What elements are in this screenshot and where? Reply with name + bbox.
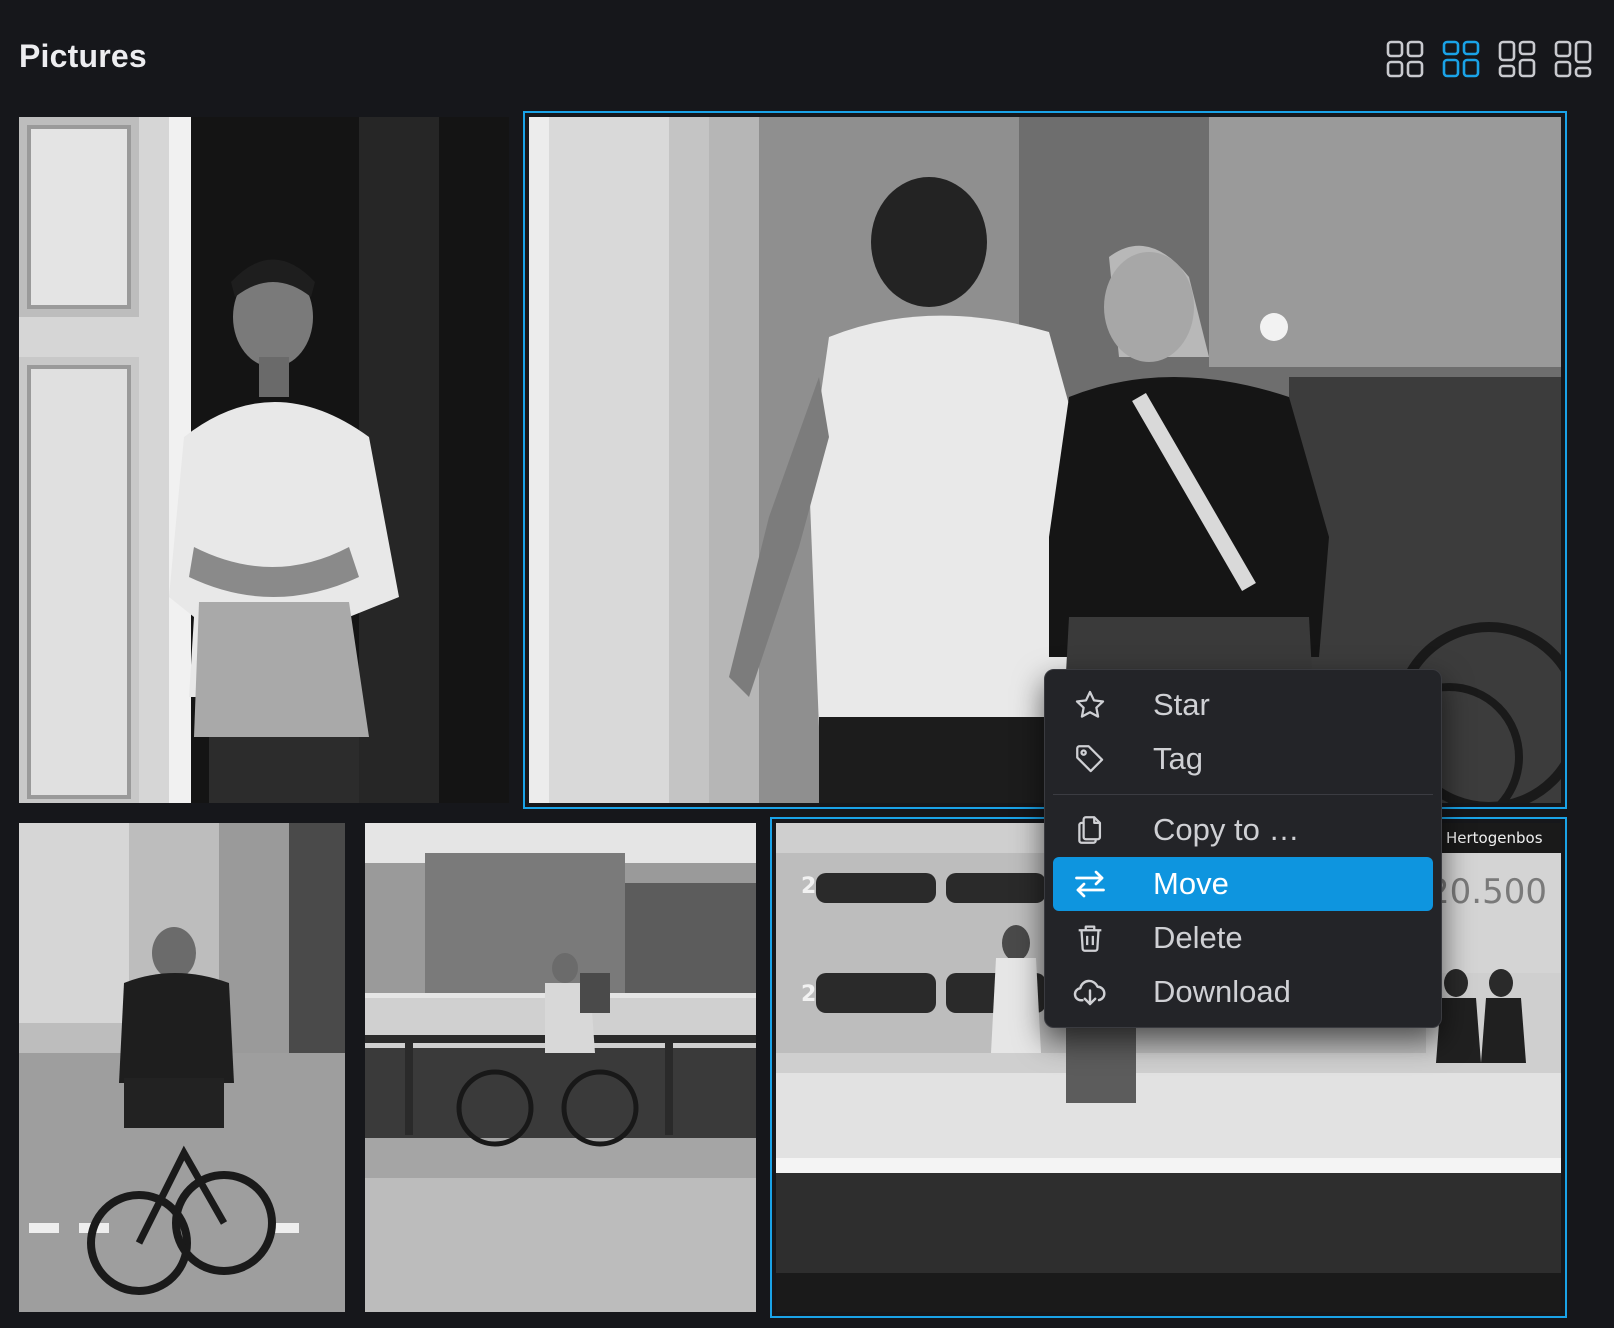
view-switcher [1386,40,1592,78]
page-title: Pictures [19,38,147,74]
platform-number: 2 [801,874,816,899]
pictures-app: Pictures Hertogenbos 20.500 2 2 Star Tag… [0,0,1614,1328]
menu-item-label: Star [1153,687,1210,722]
menu-item-label: Download [1153,974,1291,1009]
menu-item-tag[interactable]: Tag [1053,732,1433,786]
tag-icon [1069,738,1111,780]
grid-medium-icon [1442,40,1480,78]
menu-item-download[interactable]: Download [1053,965,1433,1019]
menu-item-label: Tag [1153,741,1203,776]
menu-divider [1053,794,1433,795]
star-icon [1069,684,1111,726]
grid-small-icon [1386,40,1424,78]
menu-item-copy-to[interactable]: Copy to … [1053,803,1433,857]
menu-item-label: Move [1153,866,1229,901]
copy-icon [1069,809,1111,851]
view-grid-medium-button[interactable] [1442,40,1480,78]
view-grid-xlarge-button[interactable] [1554,40,1592,78]
grid-xlarge-icon [1554,40,1592,78]
station-sign-text: Hertogenbos [1446,829,1543,847]
move-arrows-icon [1069,863,1111,905]
photo-image [19,823,345,1312]
photo-cyclist-by-water[interactable] [365,823,756,1312]
platform-number: 2 [801,982,816,1007]
grid-large-icon [1498,40,1536,78]
view-grid-small-button[interactable] [1386,40,1424,78]
menu-item-star[interactable]: Star [1053,678,1433,732]
photo-cyclist-on-phone[interactable] [19,823,345,1312]
menu-item-label: Delete [1153,920,1243,955]
photo-image [19,117,509,803]
cloud-download-icon [1069,971,1111,1013]
context-menu: Star Tag Copy to … Move Delete Download [1044,669,1442,1028]
menu-item-delete[interactable]: Delete [1053,911,1433,965]
view-grid-large-button[interactable] [1498,40,1536,78]
photo-man-in-doorway[interactable] [19,117,509,803]
poster-text: 20.500 [1428,872,1547,912]
menu-item-move[interactable]: Move [1053,857,1433,911]
photo-image [365,823,756,1312]
menu-item-label: Copy to … [1153,812,1300,847]
trash-icon [1069,917,1111,959]
